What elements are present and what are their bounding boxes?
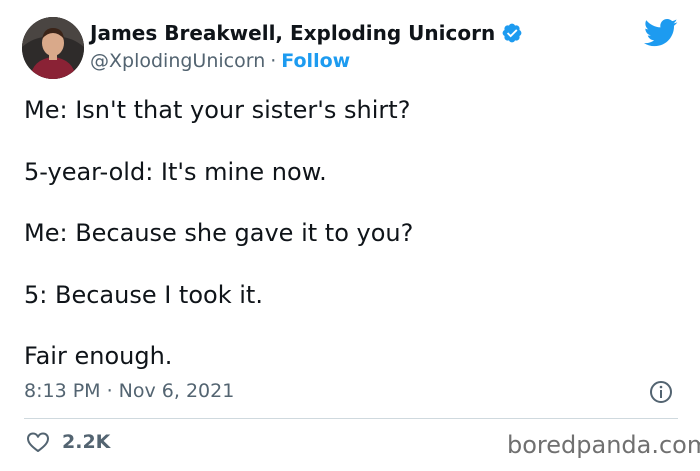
- heart-icon[interactable]: [26, 431, 50, 453]
- tweet-line: Me: Isn't that your sister's shirt?: [24, 96, 411, 124]
- twitter-bird-icon[interactable]: [644, 18, 678, 48]
- handle-line: @XplodingUnicorn · Follow: [90, 50, 350, 72]
- divider: [24, 418, 678, 419]
- author-name-row[interactable]: James Breakwell, Exploding Unicorn: [90, 21, 523, 45]
- separator-dot: ·: [270, 50, 277, 72]
- info-icon[interactable]: [649, 380, 673, 404]
- tweet-timestamp[interactable]: 8:13 PM · Nov 6, 2021: [24, 380, 234, 402]
- tweet-line: 5: Because I took it.: [24, 280, 263, 309]
- tweet-line: 5-year-old: It's mine now.: [24, 157, 327, 186]
- author-handle[interactable]: @XplodingUnicorn: [90, 50, 265, 72]
- avatar[interactable]: [22, 17, 84, 79]
- like-count: 2.2K: [62, 431, 111, 453]
- verified-badge-icon: [502, 23, 522, 43]
- tweet-line: Me: Because she gave it to you?: [24, 219, 414, 247]
- watermark: boredpanda.com: [507, 431, 700, 459]
- follow-button[interactable]: Follow: [281, 50, 350, 72]
- like-button[interactable]: 2.2K: [26, 431, 110, 453]
- author-name[interactable]: James Breakwell, Exploding Unicorn: [90, 21, 495, 45]
- tweet-card: James Breakwell, Exploding Unicorn @Xplo…: [0, 0, 700, 471]
- tweet-text: Me: Isn't that your sister's shirt? 5-ye…: [24, 96, 674, 404]
